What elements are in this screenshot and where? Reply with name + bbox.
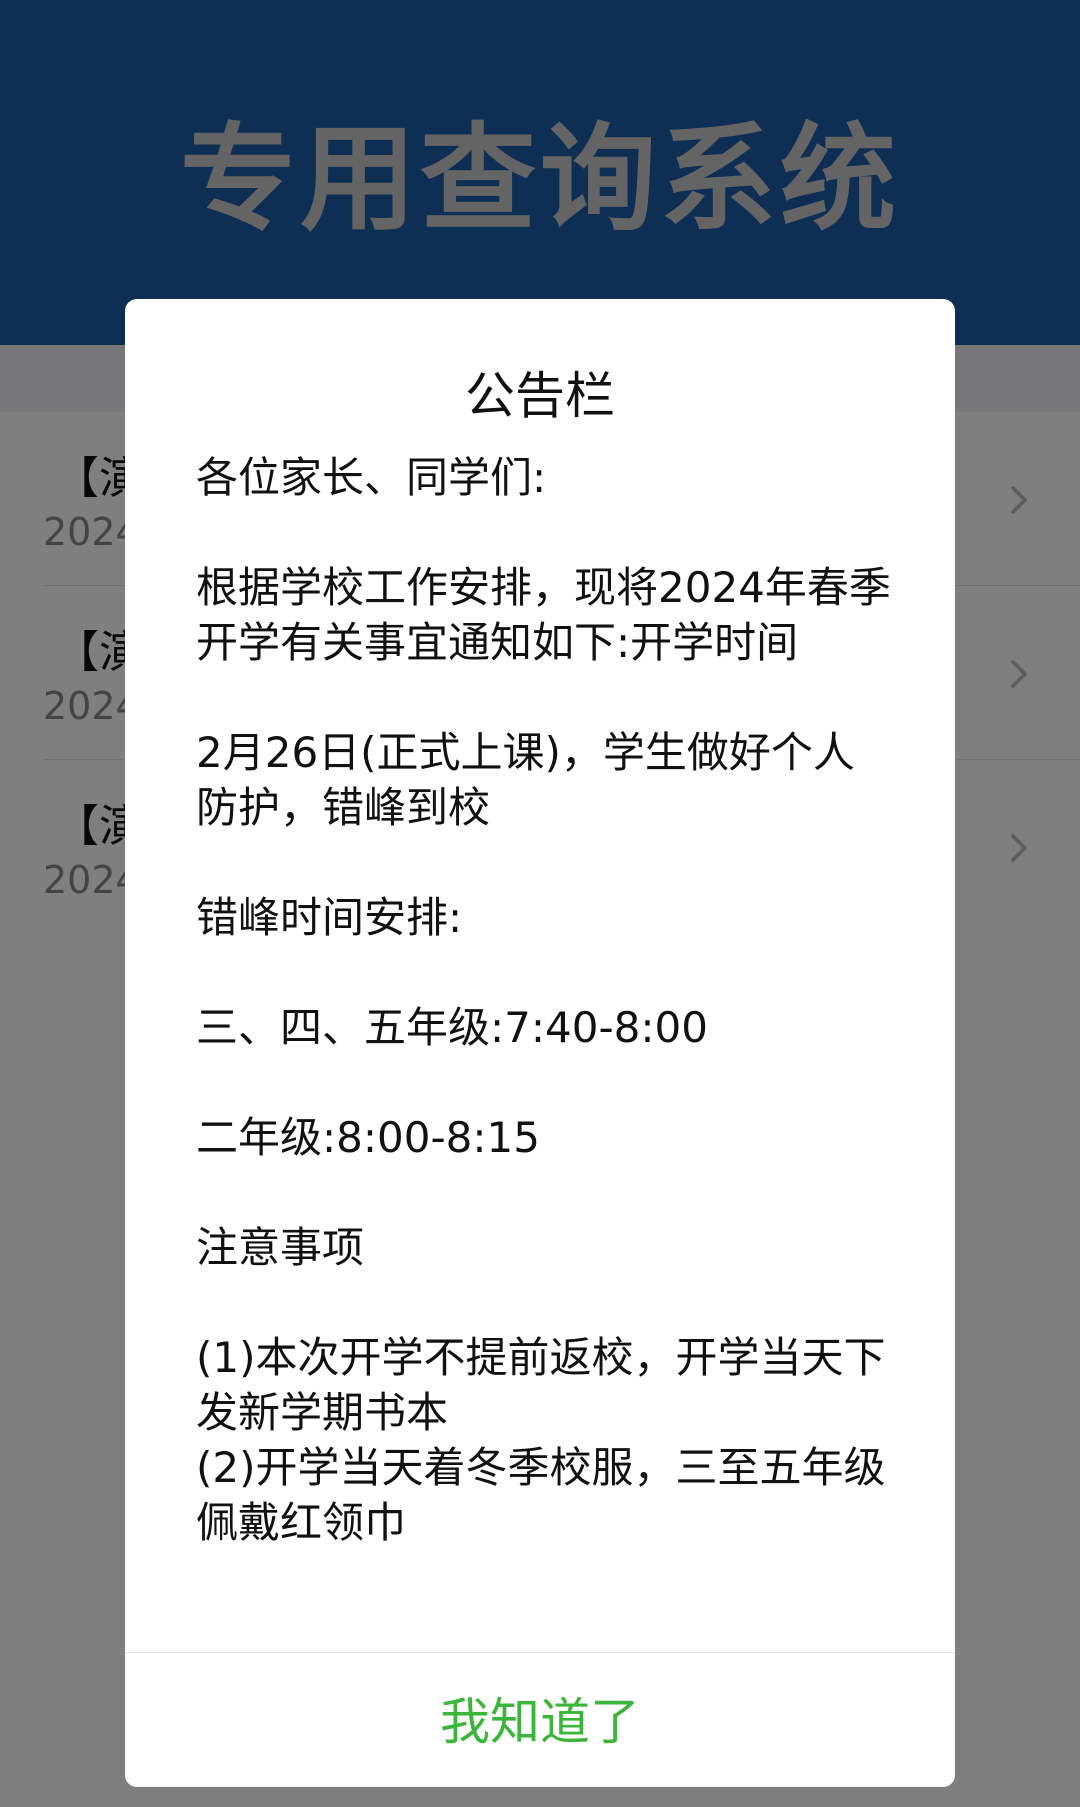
dialog-paragraph: 错峰时间安排: [196,893,463,942]
dialog-body: 各位家长、同学们: 根据学校工作安排，现将2024年春季开学有关事宜通知如下:开… [196,450,896,1550]
dialog-paragraph: 根据学校工作安排，现将2024年春季开学有关事宜通知如下:开学时间 [196,563,891,667]
dialog-paragraph: 2月26日(正式上课)，学生做好个人防护，错峰到校 [196,728,855,832]
dialog-title: 公告栏 [465,367,615,425]
confirm-button[interactable]: 我知道了 [440,1682,640,1754]
dialog-paragraph: (1)本次开学不提前返校，开学当天下发新学期书本 [196,1333,886,1437]
dialog-paragraph: 三、四、五年级:7:40-8:00 [196,1003,708,1052]
dialog-paragraph: 二年级:8:00-8:15 [196,1113,540,1162]
dialog-greeting: 各位家长、同学们: [196,453,547,502]
dialog-paragraph: (2)开学当天着冬季校服，三至五年级佩戴红领巾 [196,1443,886,1547]
app-screen: 专用查询系统 【演 2024 【演 2024 【演 2024 公告栏 [0,0,1080,1807]
dialog-paragraph: 注意事项 [196,1223,365,1272]
dialog-footer: 我知道了 [125,1652,955,1787]
announcement-dialog: 公告栏 各位家长、同学们: 根据学校工作安排，现将2024年春季开学有关事宜通知… [125,299,955,1787]
